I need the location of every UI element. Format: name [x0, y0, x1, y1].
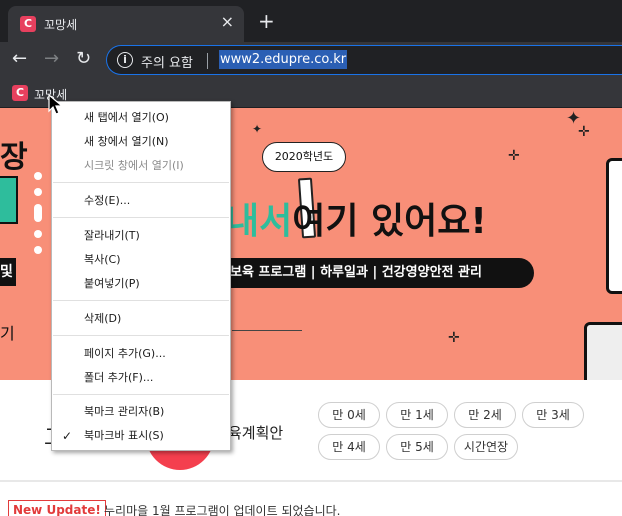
sparkle-icon: ✦ — [252, 122, 263, 136]
tab-title: 꼬망세 — [44, 18, 78, 32]
tab-strip: C 꼬망세 × + — [0, 0, 622, 42]
menu-item-copy[interactable]: 복사(C) — [52, 249, 230, 271]
headline-black-text: 여기 있어요! — [292, 201, 487, 242]
menu-item-open-new-tab[interactable]: 새 탭에서 열기(O) — [52, 107, 230, 129]
new-tab-button[interactable]: + — [258, 9, 275, 33]
dot — [34, 204, 42, 222]
dot — [34, 188, 42, 196]
sparkle-icon: ✛ — [448, 330, 460, 346]
update-badge: New Update! — [8, 500, 106, 516]
mouse-cursor-icon — [48, 94, 64, 115]
banner-left-text: 기 — [0, 324, 15, 343]
age-chip[interactable]: 시간연장 — [454, 434, 518, 460]
browser-toolbar: ← → ↻ i 주의 요함 www2.edupre.co.kr — [0, 42, 622, 78]
close-tab-icon[interactable]: × — [221, 12, 234, 31]
site-favicon-icon: C — [20, 16, 36, 32]
banner-headline: 내서여기 있어요! — [226, 192, 487, 244]
age-chip[interactable]: 만 3세 — [522, 402, 584, 428]
forward-icon[interactable]: → — [44, 48, 59, 69]
menu-separator — [53, 300, 229, 301]
banner-left-block — [0, 176, 18, 224]
dot — [34, 246, 42, 254]
menu-item-edit[interactable]: 수정(E)... — [52, 190, 230, 212]
banner-left-text: 및 — [0, 258, 16, 286]
age-chip[interactable]: 만 0세 — [318, 402, 380, 428]
sparkle-icon: ✛ — [508, 148, 520, 164]
dot — [34, 230, 42, 238]
menu-separator — [53, 217, 229, 218]
menu-item-add-page[interactable]: 페이지 추가(G)... — [52, 343, 230, 365]
plan-title[interactable]: 육계획안 — [228, 422, 283, 443]
age-chip[interactable]: 만 5세 — [386, 434, 448, 460]
decorative-line — [232, 330, 302, 331]
tablet-illustration — [606, 158, 622, 294]
age-chip[interactable]: 만 2세 — [454, 402, 516, 428]
reload-icon[interactable]: ↻ — [76, 48, 91, 69]
menu-separator — [53, 394, 229, 395]
address-bar[interactable]: i 주의 요함 www2.edupre.co.kr — [106, 45, 622, 75]
menu-item-label: 북마크바 표시(S) — [84, 429, 164, 442]
menu-item-cut[interactable]: 잘라내기(T) — [52, 225, 230, 247]
address-separator — [207, 53, 208, 69]
age-chip[interactable]: 만 4세 — [318, 434, 380, 460]
menu-item-open-new-window[interactable]: 새 창에서 열기(N) — [52, 131, 230, 153]
headline-green-text: 내서 — [226, 201, 293, 242]
security-status[interactable]: 주의 요함 — [141, 52, 193, 71]
menu-item-paste[interactable]: 붙여넣기(P) — [52, 273, 230, 295]
menu-item-bookmark-manager[interactable]: 북마크 관리자(B) — [52, 401, 230, 423]
menu-item-open-incognito[interactable]: 시크릿 창에서 열기(I) — [52, 155, 230, 177]
tablet-illustration — [584, 322, 622, 380]
menu-separator — [53, 335, 229, 336]
menu-item-add-folder[interactable]: 폴더 추가(F)... — [52, 367, 230, 389]
site-favicon-icon: C — [12, 85, 28, 101]
banner-subtitle: 보육 프로그램 | 하루일과 | 건강영양안전 관리 — [212, 258, 534, 288]
menu-separator — [53, 182, 229, 183]
menu-item-show-bookmarks-bar[interactable]: ✓ 북마크바 표시(S) — [52, 425, 230, 447]
section-divider — [0, 480, 622, 482]
age-chip[interactable]: 만 1세 — [386, 402, 448, 428]
browser-tab[interactable]: C 꼬망세 × — [8, 6, 244, 42]
url-text[interactable]: www2.edupre.co.kr — [219, 50, 348, 69]
info-icon[interactable]: i — [117, 52, 133, 68]
back-icon[interactable]: ← — [12, 48, 27, 69]
dot — [34, 172, 42, 180]
banner-left-text: 장 — [0, 140, 28, 175]
bookmark-context-menu: 새 탭에서 열기(O) 새 창에서 열기(N) 시크릿 창에서 열기(I) 수정… — [51, 101, 231, 451]
update-notice[interactable]: 누리마을 1월 프로그램이 업데이트 되었습니다. — [104, 502, 340, 516]
checkmark-icon: ✓ — [62, 429, 73, 443]
menu-item-delete[interactable]: 삭제(D) — [52, 308, 230, 330]
browser-window: C 꼬망세 × + ← → ↻ i 주의 요함 www2.edupre.co.k… — [0, 0, 622, 516]
year-badge: 2020학년도 — [262, 142, 346, 172]
sparkle-icon: ✛ — [578, 124, 590, 140]
